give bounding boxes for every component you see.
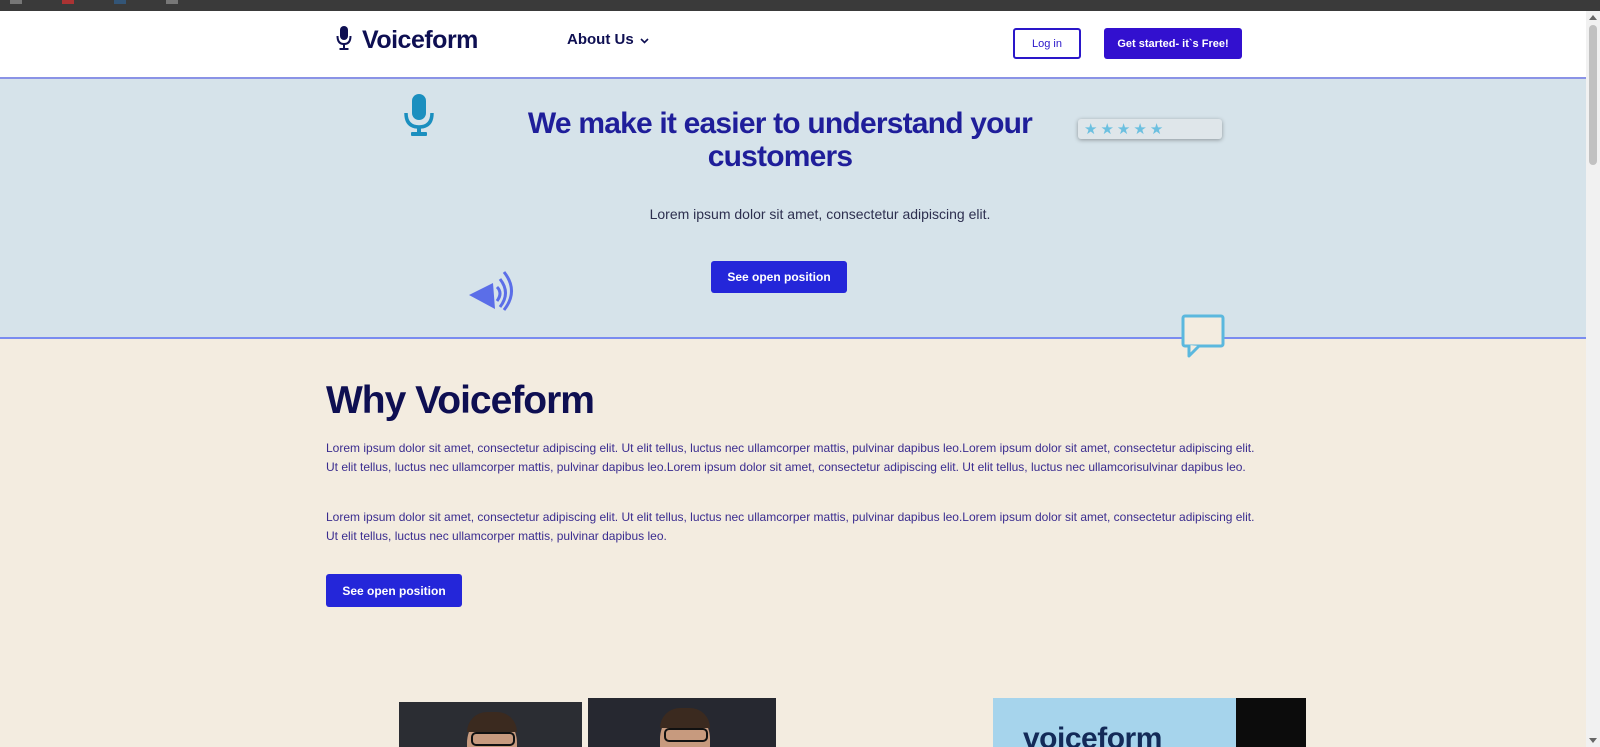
why-paragraph-1: Lorem ipsum dolor sit amet, consectetur …: [326, 441, 1255, 474]
scroll-down-icon[interactable]: [1589, 738, 1597, 743]
logo[interactable]: Voiceform: [336, 25, 478, 56]
brand-photo-text: voiceform: [1023, 722, 1162, 747]
nav-about-label: About Us: [567, 31, 634, 48]
chevron-down-icon: [640, 31, 649, 48]
star-icon: ★: [1133, 121, 1147, 138]
scroll-up-icon[interactable]: [1589, 15, 1597, 20]
why-paragraph-2: Lorem ipsum dolor sit amet, consectetur …: [326, 510, 1255, 543]
browser-top-strip: [0, 0, 1600, 11]
see-open-position-button-2[interactable]: See open position: [326, 574, 462, 607]
hero-section: We make it easier to understand your cus…: [0, 79, 1586, 339]
get-started-button[interactable]: Get started- it`s Free!: [1104, 28, 1242, 59]
logo-text: Voiceform: [362, 26, 478, 54]
brand-photo: voiceform: [993, 698, 1306, 747]
hero-subtitle: Lorem ipsum dolor sit amet, consectetur …: [649, 206, 991, 222]
microphone-icon: [336, 25, 352, 56]
nav-about-us[interactable]: About Us: [567, 31, 649, 48]
see-open-position-button[interactable]: See open position: [711, 261, 847, 293]
page-scrollbar[interactable]: [1586, 11, 1600, 747]
team-photo-1: [399, 702, 582, 747]
why-title: Why Voiceform: [326, 379, 595, 422]
scrollbar-thumb[interactable]: [1589, 25, 1597, 165]
star-icon: ★: [1149, 121, 1164, 138]
star-icon: ★: [1084, 121, 1098, 138]
star-icon: ★: [1116, 121, 1131, 138]
team-photo-2: [588, 698, 776, 747]
navbar: Voiceform About Us Log in Get started- i…: [0, 11, 1586, 79]
why-section: Why Voiceform Lorem ipsum dolor sit amet…: [0, 339, 1586, 747]
hero-title: We make it easier to understand your cus…: [527, 107, 1033, 173]
microphone-icon: [403, 93, 435, 142]
login-button[interactable]: Log in: [1013, 28, 1081, 59]
speaker-icon: [467, 269, 517, 316]
rating-stars-card: ★ ★ ★ ★ ★: [1078, 119, 1222, 139]
star-icon: ★: [1100, 121, 1114, 138]
